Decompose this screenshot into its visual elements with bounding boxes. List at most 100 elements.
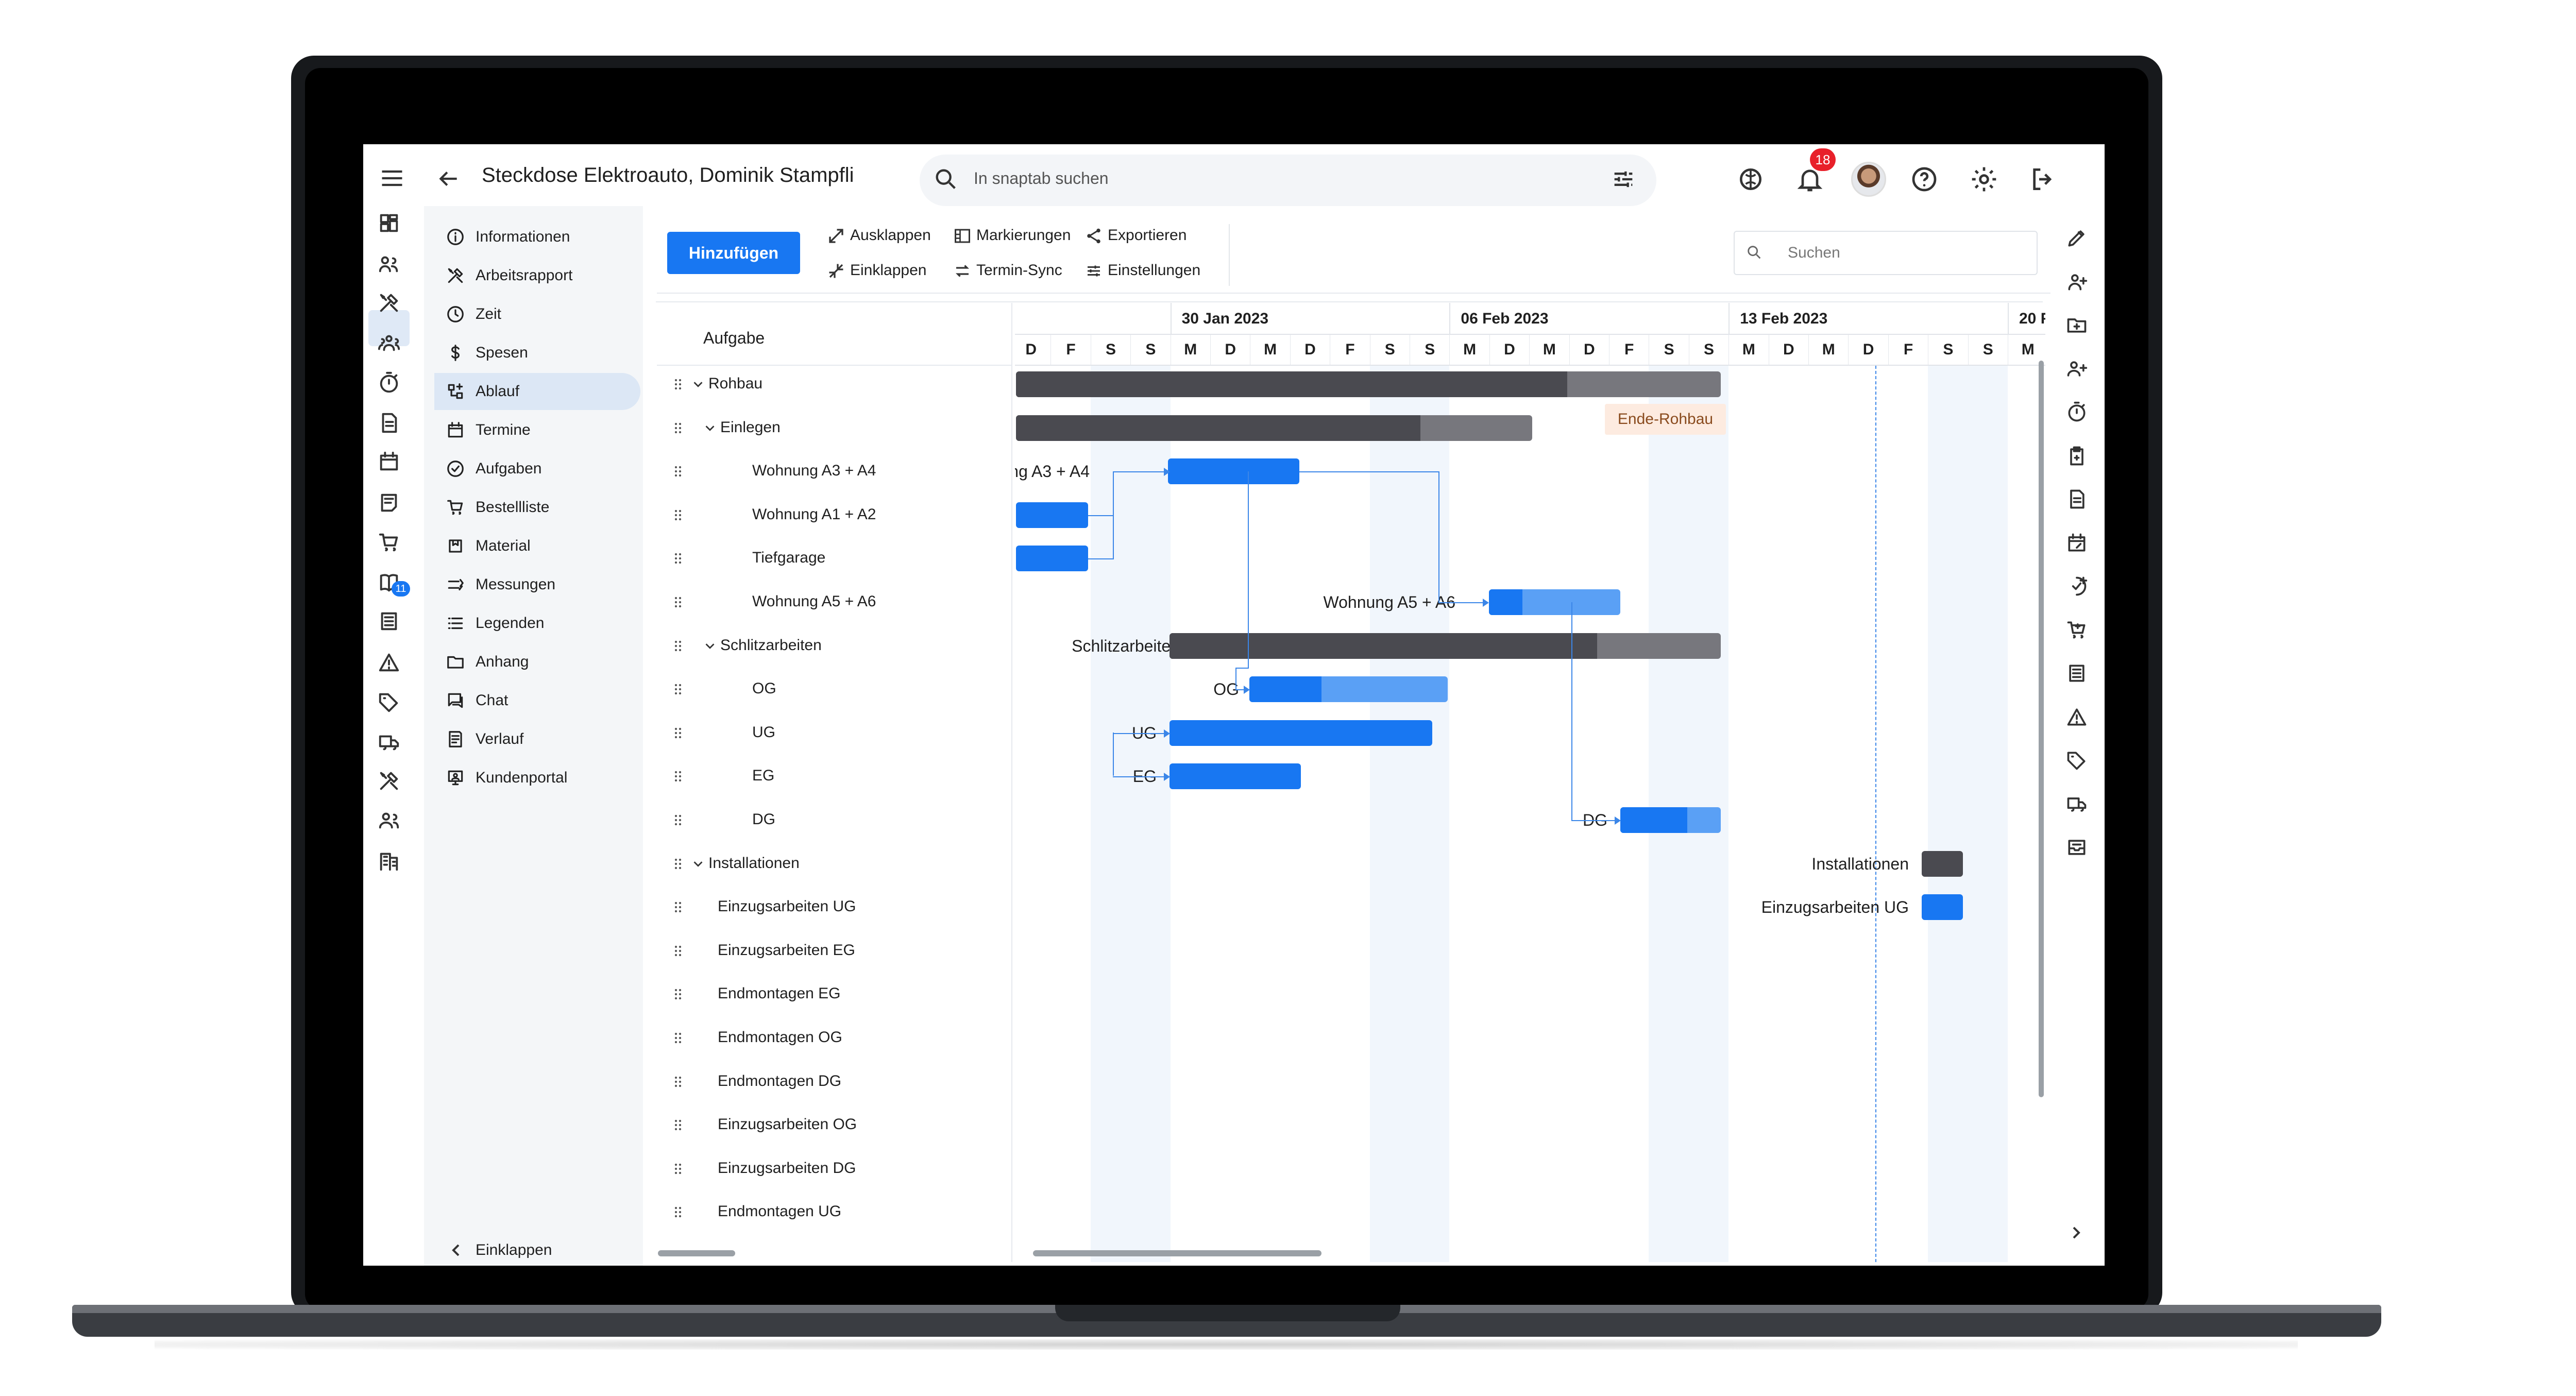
- right-rail-calendar-edit-icon[interactable]: [2065, 532, 2088, 554]
- right-rail-clipboard-icon[interactable]: [2065, 445, 2088, 467]
- right-rail-team-add-icon[interactable]: [2065, 357, 2088, 380]
- task-label[interactable]: Einzugsarbeiten UG: [718, 898, 856, 915]
- sidebar-item-aufgaben[interactable]: Aufgaben: [434, 450, 640, 487]
- collapse-button[interactable]: Einklappen: [850, 262, 926, 279]
- task-label[interactable]: EG: [752, 767, 774, 785]
- global-search-input[interactable]: In snaptab suchen: [974, 169, 1109, 188]
- rail-team-icon[interactable]: [377, 331, 401, 355]
- sidebar-item-kundenportal[interactable]: Kundenportal: [434, 759, 640, 796]
- sidebar-item-termine[interactable]: Termine: [434, 412, 640, 449]
- drag-handle-icon[interactable]: [670, 899, 686, 915]
- drag-handle-icon[interactable]: [670, 943, 686, 959]
- rail-document-icon[interactable]: [377, 411, 401, 435]
- milestone-marker[interactable]: Ende-Rohbau: [1605, 404, 1726, 435]
- vertical-scrollbar[interactable]: [2039, 361, 2044, 1097]
- rail-tag-icon[interactable]: [377, 690, 401, 714]
- rail-list-icon[interactable]: [377, 609, 401, 633]
- chevron-down-icon[interactable]: [690, 377, 706, 392]
- sidebar-collapse-button[interactable]: Einklappen: [476, 1241, 552, 1259]
- rail-report-icon[interactable]: [377, 491, 401, 515]
- bar-ug[interactable]: [1170, 720, 1432, 746]
- gear-icon[interactable]: [1970, 165, 1998, 194]
- drag-handle-icon[interactable]: [670, 594, 686, 610]
- task-label[interactable]: Endmontagen UG: [718, 1203, 841, 1220]
- rail-warning-icon[interactable]: [377, 651, 401, 674]
- right-rail-folder-plus-icon[interactable]: [2065, 314, 2088, 336]
- avatar[interactable]: [1851, 162, 1886, 197]
- sidebar-item-zeit[interactable]: Zeit: [434, 296, 640, 333]
- drag-handle-icon[interactable]: [670, 638, 686, 654]
- rail-cart-icon[interactable]: [377, 531, 401, 554]
- right-rail-list-icon[interactable]: [2065, 662, 2088, 685]
- drag-handle-icon[interactable]: [670, 986, 686, 1002]
- sidebar-item-chat[interactable]: Chat: [434, 682, 640, 719]
- drag-handle-icon[interactable]: [670, 1161, 686, 1177]
- task-label[interactable]: Einzugsarbeiten OG: [718, 1116, 857, 1133]
- drag-handle-icon[interactable]: [670, 550, 686, 567]
- rail-dashboard-icon[interactable]: [377, 211, 401, 235]
- right-rail-cart-plus-icon[interactable]: [2065, 619, 2088, 641]
- task-label[interactable]: Wohnung A5 + A6: [752, 593, 876, 610]
- sidebar-item-verlauf[interactable]: Verlauf: [434, 721, 640, 758]
- right-rail-pencil-icon[interactable]: [2065, 227, 2088, 249]
- task-label[interactable]: OG: [752, 680, 776, 697]
- right-rail-inbox-icon[interactable]: [2065, 836, 2088, 859]
- sidebar-item-material[interactable]: Material: [434, 527, 640, 565]
- rail-contacts-icon[interactable]: [377, 252, 401, 276]
- drag-handle-icon[interactable]: [670, 420, 686, 436]
- sidebar-item-messungen[interactable]: Messungen: [434, 566, 640, 603]
- brain-icon[interactable]: [1736, 165, 1765, 194]
- bar-tiefgarage[interactable]: [1016, 546, 1088, 572]
- rail-people-icon[interactable]: [377, 809, 401, 832]
- right-rail-truck-icon[interactable]: [2065, 793, 2088, 815]
- right-rail-timer-icon[interactable]: [2065, 401, 2088, 423]
- drag-handle-icon[interactable]: [670, 507, 686, 523]
- right-rail-document-icon[interactable]: [2065, 488, 2088, 510]
- task-label[interactable]: Wohnung A3 + A4: [752, 462, 876, 480]
- bar-a1a2[interactable]: [1016, 502, 1088, 528]
- task-label[interactable]: Endmontagen OG: [718, 1029, 842, 1046]
- right-rail-tag-icon[interactable]: [2065, 749, 2088, 772]
- task-label[interactable]: Endmontagen DG: [718, 1072, 841, 1090]
- markers-button[interactable]: Markierungen: [976, 227, 1071, 244]
- chevron-left-icon[interactable]: [446, 1240, 466, 1261]
- right-rail-check-plus-icon[interactable]: [2065, 575, 2088, 598]
- add-button[interactable]: Hinzufügen: [667, 232, 800, 274]
- right-rail-add-person-icon[interactable]: [2065, 270, 2088, 293]
- task-label[interactable]: Endmontagen EG: [718, 985, 841, 1002]
- rail-building-icon[interactable]: [377, 849, 401, 873]
- sidebar-item-informationen[interactable]: Informationen: [434, 218, 640, 256]
- drag-handle-icon[interactable]: [670, 768, 686, 785]
- help-icon[interactable]: [1910, 165, 1939, 194]
- gantt-search-field[interactable]: [1734, 231, 2038, 275]
- bar-einzug-ug[interactable]: [1922, 894, 1963, 921]
- sidebar-item-ablauf[interactable]: Ablauf: [434, 373, 640, 410]
- drag-handle-icon[interactable]: [670, 1204, 686, 1220]
- task-label[interactable]: Einlegen: [720, 419, 781, 436]
- sidebar-item-arbeitsrapport[interactable]: Arbeitsrapport: [434, 257, 640, 294]
- drag-handle-icon[interactable]: [670, 681, 686, 697]
- sync-button[interactable]: Termin-Sync: [976, 262, 1062, 279]
- rail-truck-icon[interactable]: [377, 730, 401, 754]
- task-label[interactable]: Schlitzarbeiten: [720, 637, 822, 654]
- task-label[interactable]: DG: [752, 811, 775, 828]
- chevron-down-icon[interactable]: [702, 638, 718, 654]
- chevron-down-icon[interactable]: [702, 420, 718, 436]
- drag-handle-icon[interactable]: [670, 463, 686, 480]
- rail-tools-icon[interactable]: [377, 769, 401, 793]
- drag-handle-icon[interactable]: [670, 1030, 686, 1046]
- task-label[interactable]: Einzugsarbeiten EG: [718, 942, 855, 959]
- task-label[interactable]: UG: [752, 724, 775, 741]
- gantt-search-input[interactable]: Suchen: [1788, 244, 1840, 262]
- chevron-right-icon[interactable]: [2066, 1222, 2087, 1243]
- bar-a3a4[interactable]: [1168, 458, 1299, 485]
- menu-icon[interactable]: [379, 165, 405, 192]
- task-label[interactable]: Installationen: [708, 855, 800, 872]
- back-arrow-icon[interactable]: [435, 166, 461, 192]
- rail-calendar-icon[interactable]: [377, 450, 401, 473]
- task-label[interactable]: Tiefgarage: [752, 549, 825, 567]
- drag-handle-icon[interactable]: [670, 812, 686, 828]
- export-button[interactable]: Exportieren: [1108, 227, 1187, 244]
- task-label[interactable]: Rohbau: [708, 375, 762, 393]
- rail-tools-icon[interactable]: [377, 291, 401, 315]
